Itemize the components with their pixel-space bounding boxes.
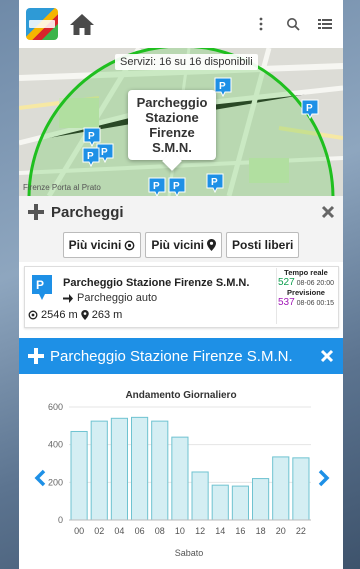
y-tick-label: 600 — [48, 402, 63, 412]
distance-map: 263 m — [91, 309, 123, 321]
chart-bar — [90, 420, 108, 521]
chevron-right-icon[interactable] — [317, 469, 331, 487]
svg-text:P: P — [87, 151, 94, 162]
plus-icon[interactable] — [25, 201, 47, 223]
detail-header: Parcheggio Stazione Firenze S.M.N. — [19, 338, 343, 374]
parcheggi-header: Parcheggi — [19, 196, 343, 229]
parking-result-card[interactable]: P Parcheggio Stazione Firenze S.M.N. Par… — [24, 266, 339, 328]
x-tick-label: 10 — [175, 526, 185, 536]
x-tick-label: 08 — [155, 526, 165, 536]
forecast-row: 537 08-06 00:15 — [277, 297, 335, 308]
map-pin-icon — [80, 310, 89, 320]
plus-icon[interactable] — [25, 345, 47, 367]
realtime-row: 527 08-06 20:00 — [277, 277, 335, 288]
svg-text:P: P — [153, 181, 160, 192]
availability-box: Tempo reale 527 08-06 20:00 Previsione 5… — [276, 268, 335, 324]
popup-line1: Parcheggio — [136, 95, 208, 110]
popup-text: Parcheggio Stazione Firenze S.M.N. — [132, 95, 212, 155]
chart-bar — [131, 416, 149, 521]
parcheggi-title: Parcheggi — [51, 203, 124, 221]
filter-bar: Più vicini Più vicini Posti liberi — [19, 228, 343, 262]
daily-trend-chart: Andamento Giornaliero 0 200 400 600 00 02 04 06 0… — [48, 390, 311, 558]
x-tick-label: 16 — [235, 526, 245, 536]
detail-body: Andamento Giornaliero 0 200 400 600 00 02 04 06 0… — [19, 374, 343, 569]
parking-name: Parcheggio Stazione Firenze S.M.N. — [63, 277, 250, 289]
distance-row: 2546 m 263 m — [28, 309, 122, 321]
filter-label-2: Più vicini — [151, 238, 204, 252]
close-icon[interactable] — [319, 348, 335, 364]
x-tick-label: 02 — [94, 526, 104, 536]
arrow-right-icon — [63, 293, 73, 303]
y-tick-label: 200 — [48, 477, 63, 487]
realtime-time: 08-06 20:00 — [296, 280, 335, 287]
realtime-value: 527 — [277, 277, 295, 288]
map-view[interactable]: PPP PPP PPP Servizi: 16 su 16 disponibil… — [19, 48, 343, 196]
popup-line3: Firenze — [149, 125, 195, 140]
free-spots-button[interactable]: Posti liberi — [226, 232, 300, 258]
chart-title: Andamento Giornaliero — [125, 390, 236, 401]
map-pin-icon — [207, 239, 216, 251]
chevron-left-icon[interactable] — [33, 469, 47, 487]
svg-text:P: P — [173, 181, 180, 192]
nearest-gps-button[interactable]: Più vicini — [62, 232, 142, 258]
chart-bar — [191, 471, 209, 521]
x-tick-label: 06 — [135, 526, 145, 536]
chart-bar — [171, 436, 189, 521]
parking-type-row: Parcheggio auto — [63, 292, 157, 304]
parking-marker-icon: P — [32, 275, 52, 300]
forecast-label: Previsione — [287, 288, 325, 297]
x-tick-label: 22 — [296, 526, 306, 536]
chart-bar — [151, 420, 169, 521]
x-axis-label: Sabato — [175, 548, 204, 558]
parking-type: Parcheggio auto — [77, 292, 158, 304]
popup-line4: S.M.N. — [152, 140, 192, 155]
map-popup[interactable]: Parcheggio Stazione Firenze S.M.N. — [128, 90, 216, 160]
svg-text:P: P — [101, 147, 108, 158]
map-place-label: Firenze Porta al Prato — [23, 183, 101, 192]
forecast-value: 537 — [277, 297, 295, 308]
x-tick-label: 00 — [74, 526, 84, 536]
y-tick-label: 400 — [48, 440, 63, 450]
popup-line2: Stazione — [145, 110, 199, 125]
close-icon[interactable] — [319, 203, 337, 221]
forecast-time: 08-06 00:15 — [296, 300, 335, 307]
chart-bar — [252, 478, 270, 521]
search-icon[interactable] — [279, 10, 307, 38]
chart-bar — [110, 417, 129, 521]
chart-bar — [211, 484, 229, 521]
kebab-menu-icon[interactable] — [247, 10, 275, 38]
x-tick-label: 12 — [195, 526, 205, 536]
svg-text:P: P — [306, 103, 313, 114]
chart-bar — [272, 456, 290, 521]
x-tick-label: 20 — [276, 526, 286, 536]
realtime-label: Tempo reale — [284, 268, 328, 277]
nearest-map-button[interactable]: Più vicini — [145, 232, 222, 258]
chart-bar — [292, 457, 310, 521]
x-tick-label: 04 — [114, 526, 124, 536]
list-icon[interactable] — [311, 10, 339, 38]
svg-text:P: P — [219, 81, 226, 92]
filter-label-1: Più vicini — [68, 238, 122, 252]
distance-gps: 2546 m — [41, 309, 78, 321]
smart-city-logo-icon[interactable] — [26, 8, 58, 40]
detail-title: Parcheggio Stazione Firenze S.M.N. — [50, 347, 293, 365]
svg-text:P: P — [36, 278, 44, 292]
x-tick-label: 18 — [256, 526, 266, 536]
top-bar — [19, 0, 343, 49]
chart-bar — [231, 485, 249, 521]
svg-text:P: P — [88, 131, 95, 142]
target-icon — [124, 240, 135, 250]
filter-label-3: Posti liberi — [232, 238, 294, 252]
x-tick-label: 14 — [215, 526, 225, 536]
chart-bar — [70, 430, 88, 521]
y-tick-label: 0 — [58, 515, 63, 525]
services-count-label: Servizi: 16 su 16 disponibili — [115, 54, 258, 70]
svg-text:P: P — [211, 177, 218, 188]
app-window: PPP PPP PPP Servizi: 16 su 16 disponibil… — [19, 0, 343, 569]
target-icon — [28, 310, 38, 320]
home-icon[interactable] — [68, 10, 96, 38]
